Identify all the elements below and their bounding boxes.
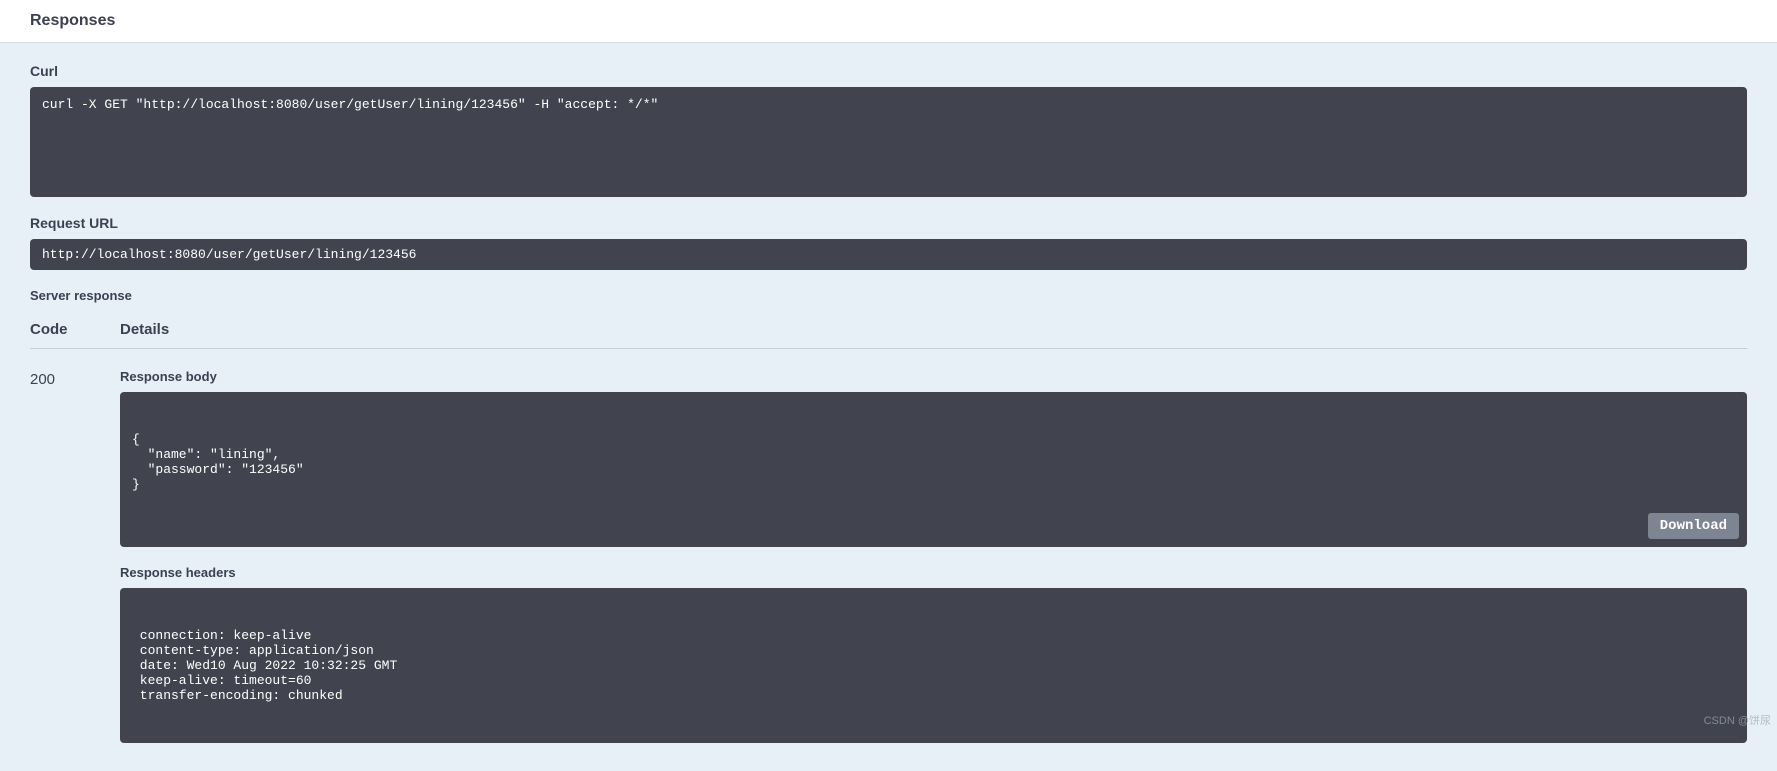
response-headers-block[interactable]: connection: keep-alive content-type: app… xyxy=(120,588,1747,743)
responses-header: Responses xyxy=(0,0,1777,43)
request-url-label: Request URL xyxy=(30,215,1747,231)
response-headers-text: connection: keep-alive content-type: app… xyxy=(132,628,1735,703)
column-code-header: Code xyxy=(30,321,120,338)
curl-command-block[interactable]: curl -X GET "http://localhost:8080/user/… xyxy=(30,87,1747,197)
response-body-block[interactable]: { "name": "lining", "password": "123456"… xyxy=(120,392,1747,547)
response-body-text: { "name": "lining", "password": "123456"… xyxy=(132,432,1735,492)
server-response-label: Server response xyxy=(30,288,1747,303)
request-url-block[interactable]: http://localhost:8080/user/getUser/linin… xyxy=(30,239,1747,270)
responses-title: Responses xyxy=(30,12,1747,30)
response-headers-label: Response headers xyxy=(120,565,1747,580)
download-button[interactable]: Download xyxy=(1648,513,1739,539)
response-details: Response body { "name": "lining", "passw… xyxy=(120,369,1747,761)
curl-label: Curl xyxy=(30,63,1747,79)
table-row: 200 Response body { "name": "lining", "p… xyxy=(30,349,1747,761)
response-table-header: Code Details xyxy=(30,311,1747,349)
column-details-header: Details xyxy=(120,321,1747,338)
responses-content: Curl curl -X GET "http://localhost:8080/… xyxy=(0,43,1777,771)
response-code-value: 200 xyxy=(30,369,120,761)
response-body-label: Response body xyxy=(120,369,1747,384)
watermark: CSDN @饼尿 xyxy=(1704,712,1771,728)
